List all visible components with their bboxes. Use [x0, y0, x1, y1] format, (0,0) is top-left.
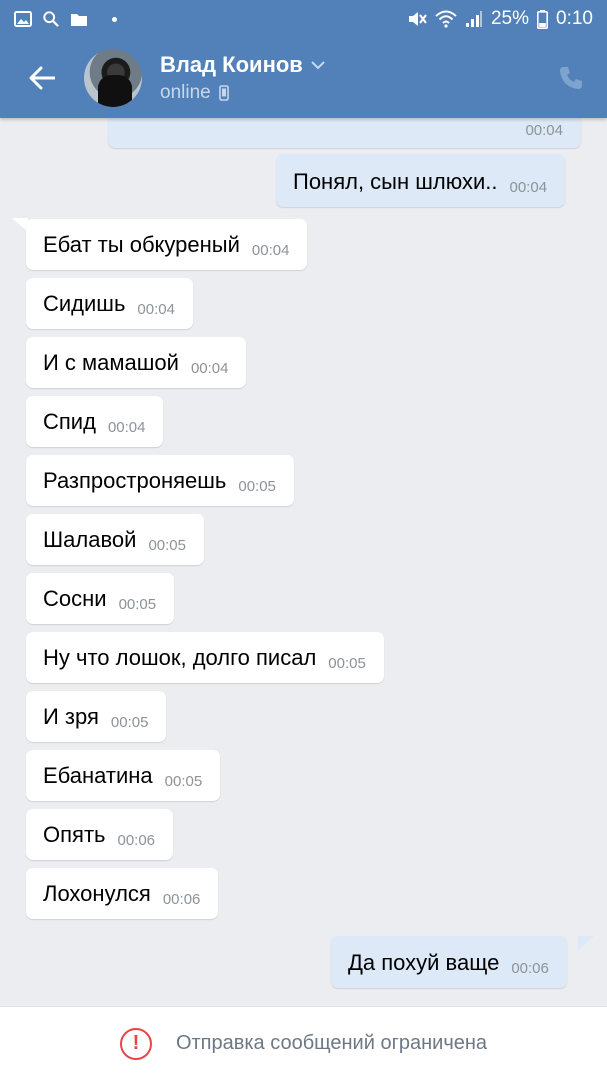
- message-text: Ну что лошок, долго писал: [43, 645, 317, 670]
- battery-icon: [537, 9, 549, 29]
- back-button[interactable]: [0, 38, 84, 118]
- battery-percent: 25%: [490, 8, 530, 29]
- message-text: Лохонулся: [43, 881, 151, 906]
- message-incoming[interactable]: Разпростроняешь 00:05: [26, 455, 294, 506]
- message-time: 00:06: [511, 960, 549, 977]
- messaging-restricted-bar: ! Отправка сообщений ограничена: [0, 1006, 607, 1080]
- contact-info[interactable]: Влад Коинов online: [160, 52, 325, 104]
- message-time: 00:05: [328, 655, 366, 672]
- signal-icon: [465, 11, 482, 27]
- chevron-down-icon: [311, 61, 325, 70]
- mute-icon: [408, 12, 427, 26]
- warning-icon: !: [119, 1027, 152, 1060]
- message-time: 00:04: [251, 242, 290, 259]
- message-time: 00:06: [162, 891, 201, 908]
- message-text: Да похуй ваще: [348, 950, 500, 975]
- message-text: И с мамашой: [43, 350, 179, 375]
- message-time: 00:05: [238, 478, 276, 495]
- message-incoming[interactable]: Спид 00:04: [26, 396, 164, 447]
- message-incoming[interactable]: Ебат ты обкуреный 00:04: [26, 219, 308, 270]
- message-outgoing[interactable]: Да похуй ваще 00:06: [331, 936, 567, 988]
- message-time: 00:04: [107, 419, 146, 436]
- message-incoming[interactable]: Ну что лошок, долго писал 00:05: [26, 632, 384, 683]
- message-incoming[interactable]: Ебанатина 00:05: [26, 750, 221, 801]
- chat-header: Влад Коинов online: [0, 38, 607, 118]
- message-text: Сосни: [43, 586, 107, 611]
- message-time: 00:04: [509, 179, 548, 196]
- message-text: И зря: [43, 704, 99, 729]
- message-text: Опять: [43, 822, 106, 847]
- wifi-icon: [435, 10, 457, 28]
- contact-name: Влад Коинов: [160, 52, 303, 77]
- message-incoming[interactable]: И с мамашой 00:04: [26, 337, 247, 388]
- message-time: 00:05: [118, 596, 157, 613]
- message-text: Ебат ты обкуреный: [43, 232, 240, 257]
- contact-status: online: [160, 82, 211, 103]
- outgoing-bubble-tail: [578, 936, 594, 950]
- message-time: 00:04: [137, 301, 175, 318]
- message-incoming[interactable]: Сидишь 00:04: [26, 278, 193, 329]
- message-text: Шалавой: [43, 527, 137, 552]
- back-arrow-icon: [29, 66, 55, 90]
- notification-dot: [112, 16, 117, 22]
- message-incoming[interactable]: Опять 00:06: [26, 809, 174, 860]
- message-time: 00:06: [117, 832, 156, 849]
- folder-icon: [71, 14, 87, 26]
- message-time: 00:05: [148, 537, 186, 554]
- search-icon: [43, 11, 59, 27]
- avatar[interactable]: [84, 49, 142, 107]
- message-text: Спид: [43, 409, 96, 434]
- message-text: Ебанатина: [43, 763, 153, 788]
- message-incoming[interactable]: Лохонулся 00:06: [26, 868, 219, 919]
- message-time: 00:05: [164, 773, 203, 790]
- message-incoming[interactable]: Шалавой 00:05: [26, 514, 204, 565]
- status-bar: 25% 0:10: [0, 0, 607, 38]
- clock: 0:10: [556, 8, 593, 29]
- message-incoming[interactable]: И зря 00:05: [26, 691, 167, 742]
- message-time: 00:04: [525, 122, 563, 139]
- mobile-device-icon: [218, 85, 229, 101]
- gallery-icon: [14, 11, 32, 27]
- message-time: 00:05: [110, 714, 149, 731]
- message-outgoing[interactable]: 00:04: [108, 118, 581, 148]
- message-text: Разпростроняешь: [43, 468, 227, 493]
- message-time: 00:04: [190, 360, 229, 377]
- message-incoming[interactable]: Сосни 00:05: [26, 573, 175, 624]
- restricted-notice: Отправка сообщений ограничена: [175, 1032, 488, 1054]
- message-text: Понял, сын шлюхи..: [293, 169, 498, 194]
- phone-icon[interactable]: [557, 64, 585, 92]
- message-text: Сидишь: [43, 291, 126, 316]
- message-outgoing[interactable]: Понял, сын шлюхи.. 00:04: [276, 154, 566, 207]
- message-list: 00:04 Понял, сын шлюхи.. 00:04 Ебат ты о…: [0, 118, 607, 1006]
